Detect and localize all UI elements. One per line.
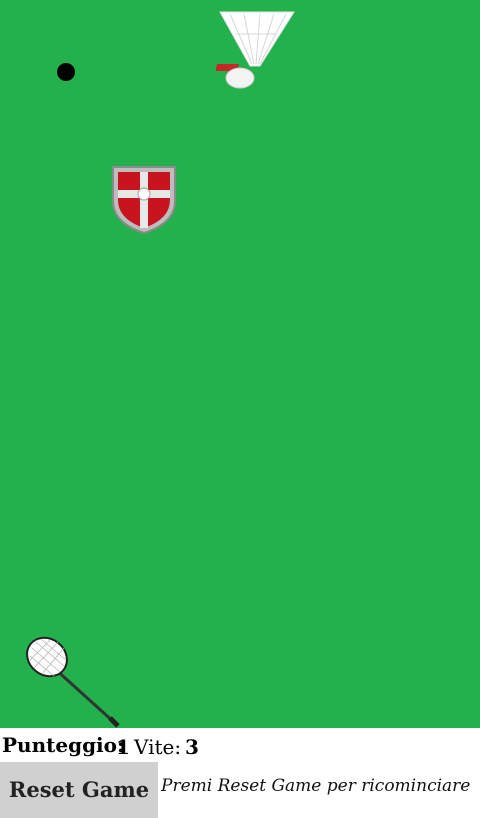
reset-game-button[interactable]: Reset Game: [0, 762, 158, 818]
lives-label: Vite:: [134, 735, 182, 759]
reset-hint-text: Premi Reset Game per ricominciare: [161, 776, 471, 796]
score-label: Punteggio:: [2, 733, 125, 757]
shield-icon: [112, 166, 176, 235]
score-value: 1: [116, 735, 130, 759]
game-field[interactable]: [0, 0, 480, 728]
racket-icon: [26, 636, 120, 728]
lives-value: 3: [185, 735, 199, 759]
score-bar: Punteggio: 1 Vite: 3: [0, 728, 480, 762]
shuttlecock-icon: [216, 11, 295, 89]
ball-icon: [57, 63, 75, 81]
